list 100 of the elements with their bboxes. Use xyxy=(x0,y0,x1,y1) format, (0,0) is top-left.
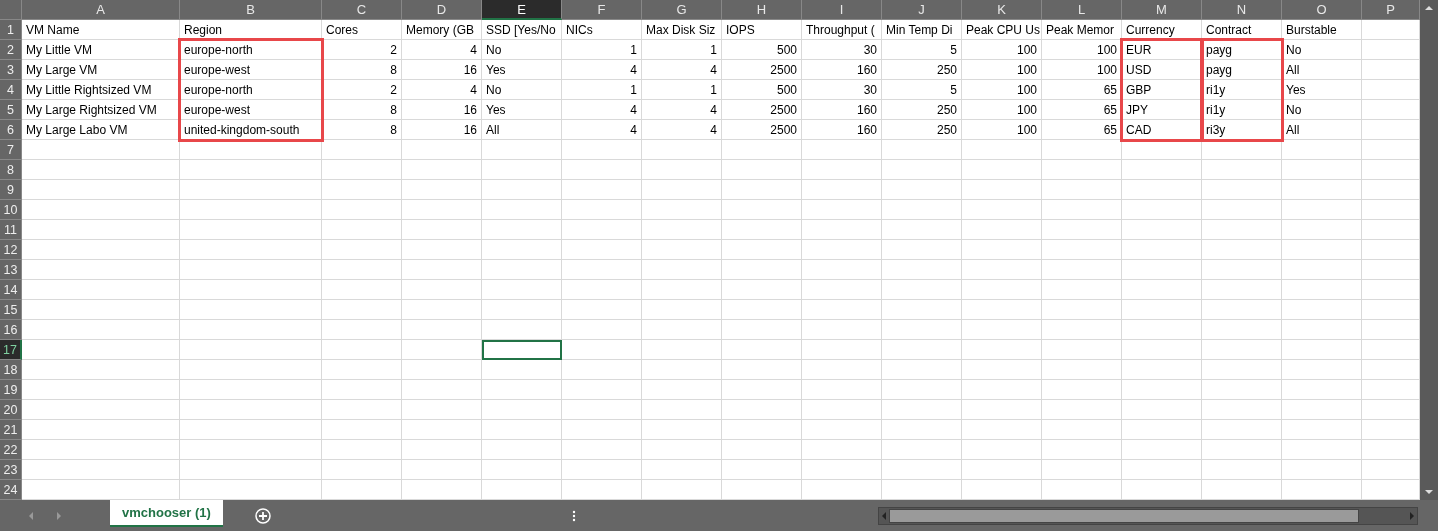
row-header[interactable]: 2 xyxy=(0,40,22,60)
table-cell: 2500 xyxy=(722,120,802,140)
row-header[interactable]: 10 xyxy=(0,200,22,220)
table-cell: 5 xyxy=(882,40,962,60)
table-cell: 4 xyxy=(642,120,722,140)
table-cell: 1 xyxy=(642,40,722,60)
table-cell: JPY xyxy=(1122,100,1202,120)
table-cell: 100 xyxy=(962,80,1042,100)
row-header[interactable]: 21 xyxy=(0,420,22,440)
vertical-scrollbar[interactable] xyxy=(1420,0,1438,500)
table-cell: 1 xyxy=(642,80,722,100)
more-options-icon[interactable] xyxy=(572,509,577,522)
column-title: Burstable xyxy=(1282,20,1362,40)
table-cell: europe-west xyxy=(180,60,322,80)
row-header[interactable]: 9 xyxy=(0,180,22,200)
sheet-tab[interactable]: vmchooser (1) xyxy=(110,500,223,527)
table-cell: 250 xyxy=(882,60,962,80)
add-sheet-icon[interactable] xyxy=(254,507,271,524)
row-header[interactable]: 7 xyxy=(0,140,22,160)
column-header[interactable]: F xyxy=(562,0,642,20)
row-header[interactable]: 12 xyxy=(0,240,22,260)
column-header[interactable]: G xyxy=(642,0,722,20)
table-cell: EUR xyxy=(1122,40,1202,60)
row-header[interactable]: 15 xyxy=(0,300,22,320)
table-cell: 2 xyxy=(322,80,402,100)
table-cell: 250 xyxy=(882,120,962,140)
table-cell: 4 xyxy=(402,40,482,60)
row-header[interactable]: 22 xyxy=(0,440,22,460)
table-cell: 250 xyxy=(882,100,962,120)
row-header[interactable]: 5 xyxy=(0,100,22,120)
table-cell: 30 xyxy=(802,40,882,60)
table-cell: 4 xyxy=(642,100,722,120)
table-cell: GBP xyxy=(1122,80,1202,100)
row-header[interactable]: 20 xyxy=(0,400,22,420)
table-cell: My Large Labo VM xyxy=(22,120,180,140)
table-cell: No xyxy=(1282,40,1362,60)
column-title: Throughput ( xyxy=(802,20,882,40)
column-header[interactable]: J xyxy=(882,0,962,20)
row-header[interactable]: 24 xyxy=(0,480,22,500)
column-header[interactable]: A xyxy=(22,0,180,20)
column-header[interactable]: B xyxy=(180,0,322,20)
table-cell: 4 xyxy=(562,60,642,80)
scroll-up-icon[interactable] xyxy=(1424,3,1434,13)
row-header[interactable]: 6 xyxy=(0,120,22,140)
scroll-down-icon[interactable] xyxy=(1424,487,1434,497)
scroll-right-icon[interactable] xyxy=(1407,510,1417,521)
row-header[interactable]: 3 xyxy=(0,60,22,80)
table-cell: 16 xyxy=(402,120,482,140)
row-header[interactable]: 14 xyxy=(0,280,22,300)
next-sheet-icon[interactable] xyxy=(54,510,64,521)
row-header[interactable]: 13 xyxy=(0,260,22,280)
table-cell: CAD xyxy=(1122,120,1202,140)
column-title: Memory (GB xyxy=(402,20,482,40)
table-cell: 8 xyxy=(322,120,402,140)
column-title: SSD [Yes/No xyxy=(482,20,562,40)
table-cell: 1 xyxy=(562,80,642,100)
table-cell: 500 xyxy=(722,40,802,60)
table-cell: All xyxy=(1282,60,1362,80)
column-header[interactable]: I xyxy=(802,0,882,20)
column-header[interactable]: E xyxy=(482,0,562,20)
table-cell: All xyxy=(1282,120,1362,140)
column-header[interactable]: P xyxy=(1362,0,1420,20)
table-cell: ri3y xyxy=(1202,120,1282,140)
table-cell: europe-north xyxy=(180,40,322,60)
column-header[interactable]: C xyxy=(322,0,402,20)
column-header[interactable]: N xyxy=(1202,0,1282,20)
column-header[interactable]: O xyxy=(1282,0,1362,20)
column-title: NICs xyxy=(562,20,642,40)
table-cell: 5 xyxy=(882,80,962,100)
column-title: Region xyxy=(180,20,322,40)
column-title: Peak Memor xyxy=(1042,20,1122,40)
column-header[interactable]: M xyxy=(1122,0,1202,20)
table-cell: 2500 xyxy=(722,100,802,120)
table-cell: 16 xyxy=(402,60,482,80)
column-header[interactable]: D xyxy=(402,0,482,20)
row-header[interactable]: 1 xyxy=(0,20,22,40)
column-header[interactable]: K xyxy=(962,0,1042,20)
row-header[interactable]: 4 xyxy=(0,80,22,100)
table-cell: 4 xyxy=(402,80,482,100)
row-header[interactable]: 19 xyxy=(0,380,22,400)
row-header[interactable]: 23 xyxy=(0,460,22,480)
horizontal-scrollbar[interactable] xyxy=(878,506,1418,525)
row-header[interactable]: 11 xyxy=(0,220,22,240)
row-header[interactable]: 16 xyxy=(0,320,22,340)
table-cell: 30 xyxy=(802,80,882,100)
column-title: Contract xyxy=(1202,20,1282,40)
column-header[interactable]: L xyxy=(1042,0,1122,20)
table-cell: 100 xyxy=(1042,40,1122,60)
select-all-corner[interactable] xyxy=(0,0,22,20)
table-cell: 500 xyxy=(722,80,802,100)
table-cell: united-kingdom-south xyxy=(180,120,322,140)
column-header[interactable]: H xyxy=(722,0,802,20)
row-header[interactable]: 17 xyxy=(0,340,22,360)
table-cell: 4 xyxy=(562,100,642,120)
table-cell: USD xyxy=(1122,60,1202,80)
table-cell: 100 xyxy=(962,40,1042,60)
table-cell: My Large Rightsized VM xyxy=(22,100,180,120)
row-header[interactable]: 8 xyxy=(0,160,22,180)
column-title: Cores xyxy=(322,20,402,40)
row-header[interactable]: 18 xyxy=(0,360,22,380)
